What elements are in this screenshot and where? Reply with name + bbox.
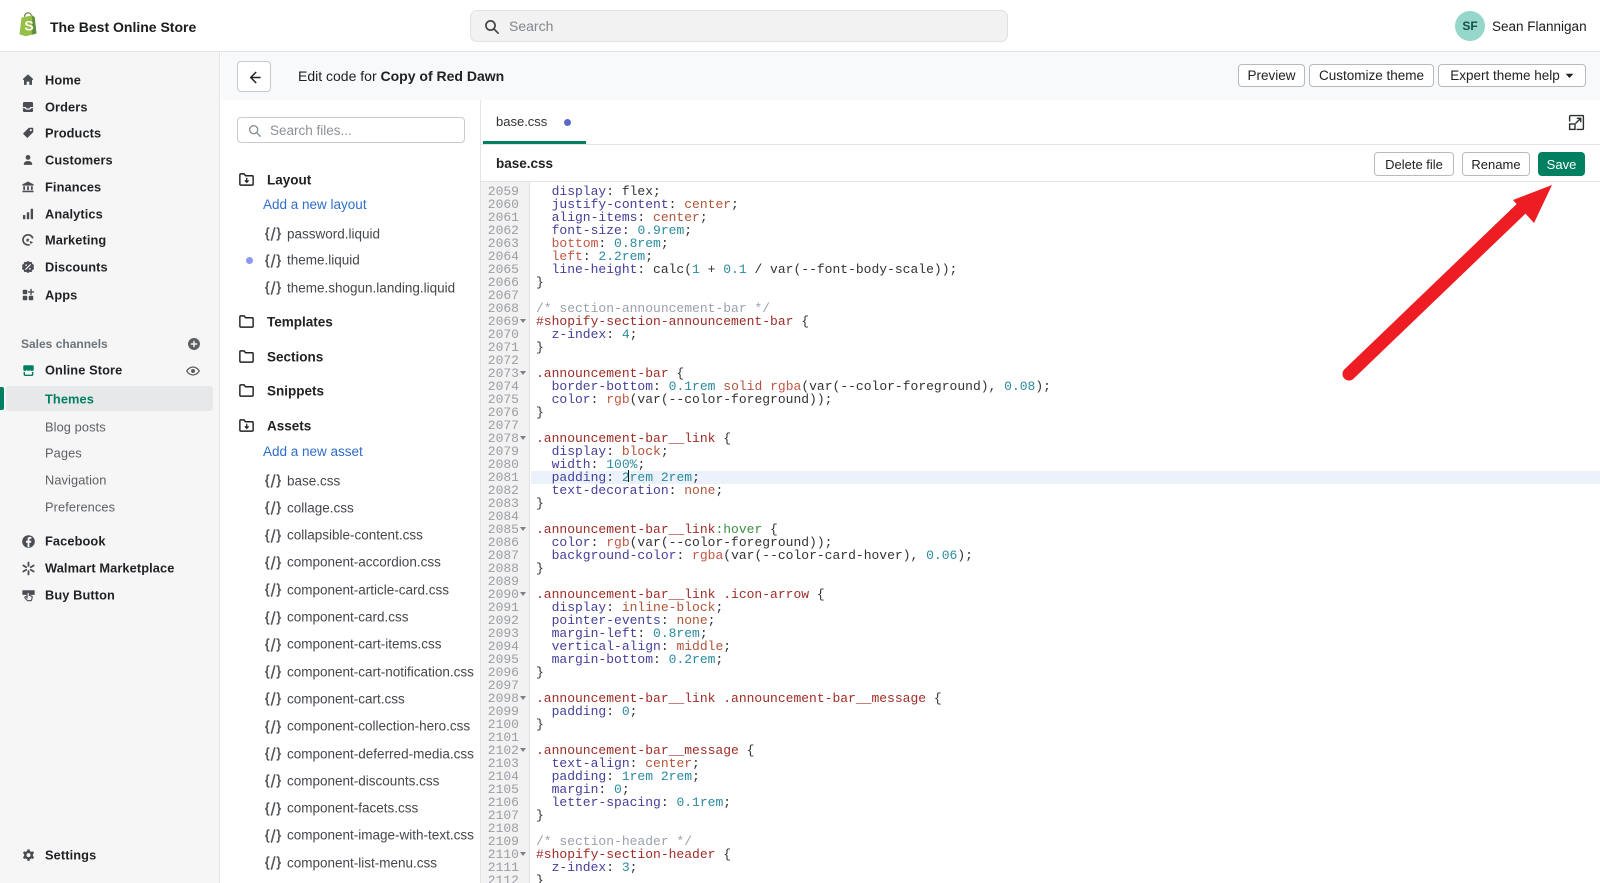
svg-text:S: S	[24, 18, 33, 34]
